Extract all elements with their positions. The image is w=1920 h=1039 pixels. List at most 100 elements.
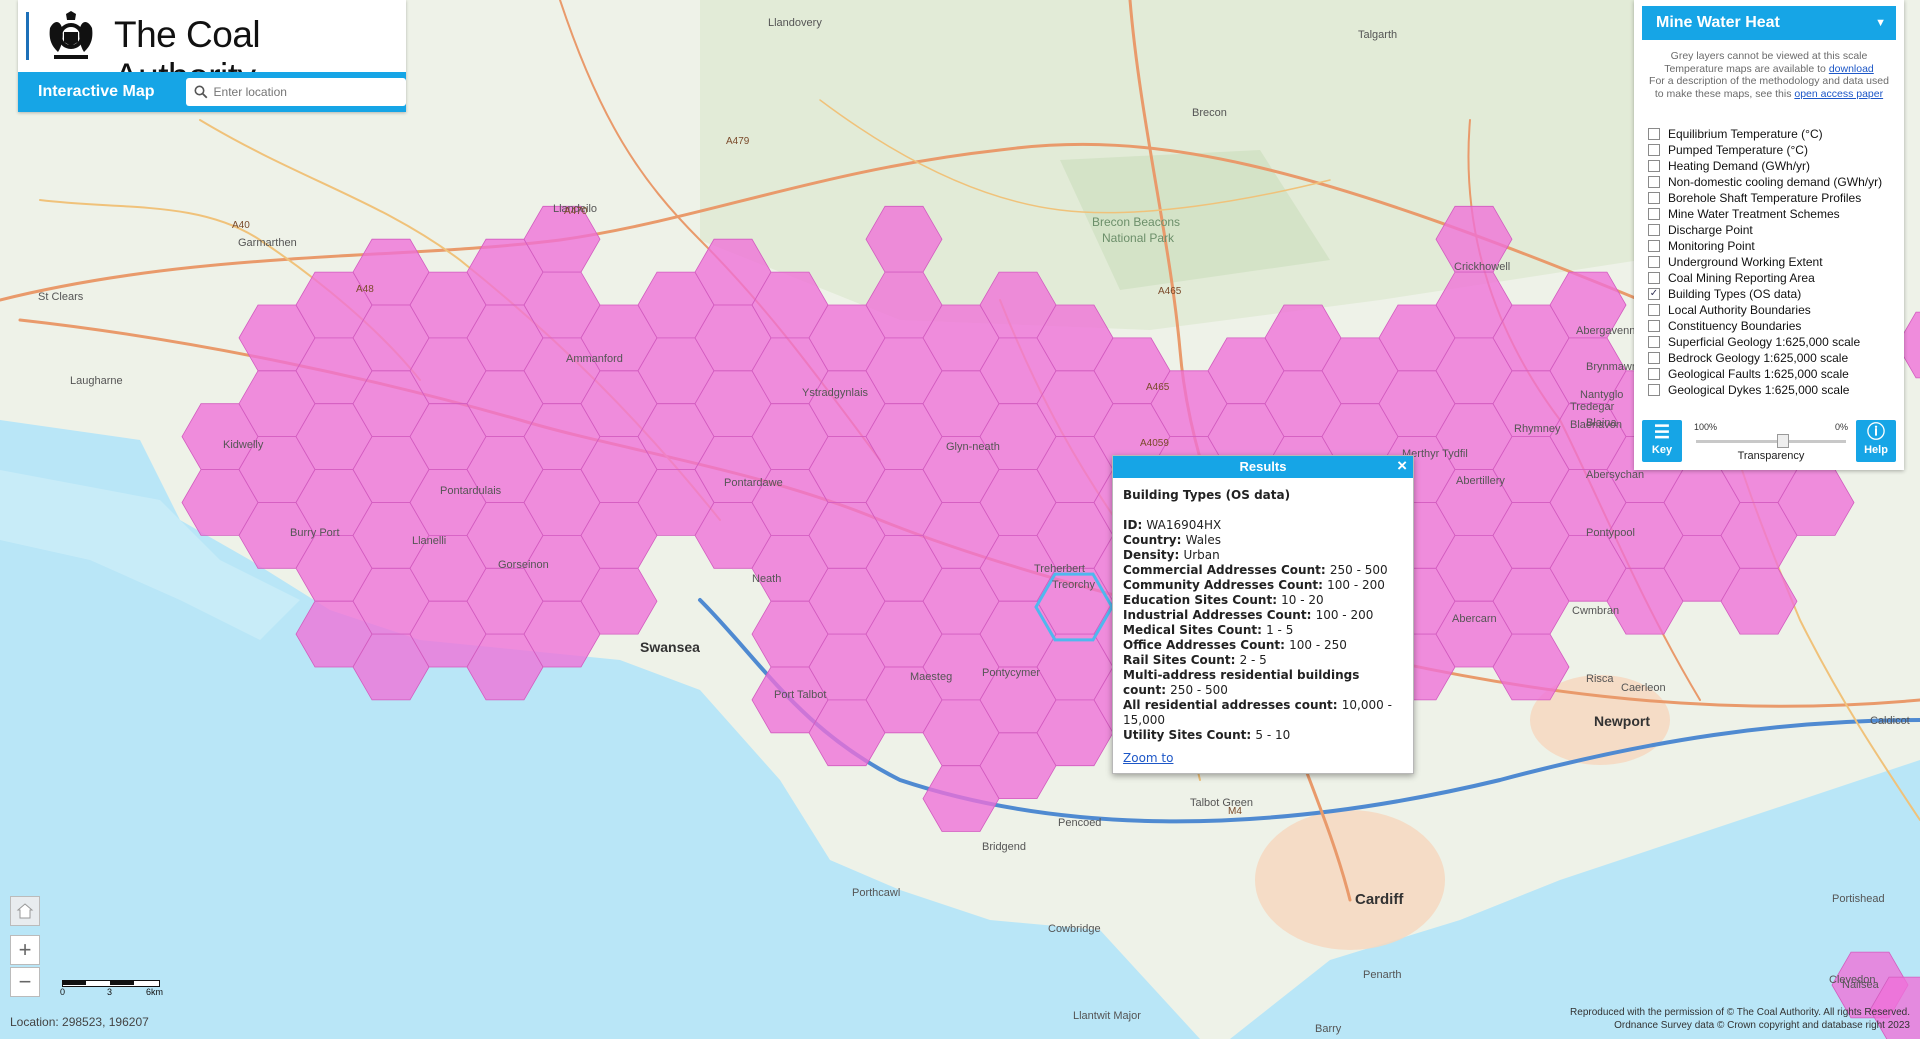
home-button[interactable] (10, 896, 40, 926)
description-note-line1: For a description of the methodology and… (1649, 75, 1889, 87)
layer-checkbox[interactable] (1648, 368, 1660, 380)
layer-checkbox[interactable] (1648, 320, 1660, 332)
layer-item[interactable]: Discharge Point (1648, 222, 1898, 238)
popup-field: Rail Sites Count: 2 - 5 (1123, 653, 1403, 668)
popup-field-sep: : (1272, 593, 1282, 607)
popup-field-sep: : (1318, 578, 1328, 592)
layer-item[interactable]: Equilibrium Temperature (°C) (1648, 126, 1898, 142)
layer-item[interactable]: Geological Dykes 1:625,000 scale (1648, 382, 1898, 398)
popup-title-bar: Results (1239, 459, 1287, 474)
popup-field: Community Addresses Count: 100 - 200 (1123, 578, 1403, 593)
popup-field-key: Education Sites Count (1123, 593, 1273, 607)
popup-field-value: 100 - 200 (1315, 608, 1374, 622)
place-label: Penarth (1363, 969, 1402, 981)
layer-item[interactable]: Superficial Geology 1:625,000 scale (1648, 334, 1898, 350)
transparency-track[interactable] (1696, 440, 1846, 443)
layer-checkbox[interactable] (1648, 240, 1660, 252)
layer-checkbox[interactable] (1648, 192, 1660, 204)
place-label: Talgarth (1358, 29, 1397, 41)
place-label: Risca (1586, 673, 1614, 685)
location-search-box[interactable] (185, 78, 406, 106)
popup-field: Education Sites Count: 10 - 20 (1123, 593, 1403, 608)
layer-checkbox[interactable] (1648, 128, 1660, 140)
close-icon[interactable]: × (1397, 456, 1407, 476)
layer-checkbox[interactable]: ✓ (1648, 288, 1660, 300)
road-label: M4 (1228, 806, 1242, 817)
layer-checkbox[interactable] (1648, 272, 1660, 284)
layer-item[interactable]: Constituency Boundaries (1648, 318, 1898, 334)
popup-field-value: Urban (1183, 548, 1220, 562)
layer-checkbox[interactable] (1648, 144, 1660, 156)
popup-field: Country: Wales (1123, 533, 1403, 548)
scale-label-max: 6km (146, 987, 164, 997)
place-label: Cwmbran (1572, 605, 1619, 617)
popup-field: Office Addresses Count: 100 - 250 (1123, 638, 1403, 653)
grey-layers-note: Grey layers cannot be viewed at this sca… (1670, 50, 1868, 62)
layer-item[interactable]: Pumped Temperature (°C) (1648, 142, 1898, 158)
open-access-paper-link[interactable]: open access paper (1794, 88, 1883, 100)
popup-field-key: Commercial Addresses Count (1123, 563, 1321, 577)
results-popup: Results × Building Types (OS data) ID: W… (1112, 455, 1414, 774)
transparency-thumb[interactable] (1776, 434, 1789, 448)
layer-item[interactable]: Heating Demand (GWh/yr) (1648, 158, 1898, 174)
layer-item[interactable]: Non-domestic cooling demand (GWh/yr) (1648, 174, 1898, 190)
popup-field-sep: : (1257, 623, 1267, 637)
theme-dropdown[interactable]: Mine Water Heat ▼ (1642, 6, 1896, 40)
help-button[interactable]: ⓘ Help (1856, 420, 1896, 462)
popup-field-sep: : (1176, 533, 1186, 547)
info-icon: ⓘ (1867, 422, 1885, 442)
layer-checkbox[interactable] (1648, 160, 1660, 172)
place-label: Glyn-neath (946, 441, 1000, 453)
layer-checkbox[interactable] (1648, 176, 1660, 188)
place-label: Ystradgynlais (802, 387, 869, 399)
popup-field-value: 250 - 500 (1170, 683, 1228, 697)
popup-field-value: Wales (1185, 533, 1222, 547)
layer-item[interactable]: Bedrock Geology 1:625,000 scale (1648, 350, 1898, 366)
layer-item[interactable]: ✓ Building Types (OS data) (1648, 286, 1898, 302)
place-label: Pontardulais (440, 485, 502, 497)
map-canvas[interactable]: LlandoveryTalgarthBreconLlandeiloGarmart… (0, 0, 1920, 1039)
place-label: Portishead (1832, 893, 1885, 905)
layer-checkbox[interactable] (1648, 208, 1660, 220)
layer-item[interactable]: Coal Mining Reporting Area (1648, 270, 1898, 286)
road-label: A465 (1146, 382, 1170, 393)
zoom-in-button[interactable]: + (10, 935, 40, 965)
place-label: Newport (1594, 713, 1650, 729)
layer-checkbox[interactable] (1648, 256, 1660, 268)
layer-item[interactable]: Underground Working Extent (1648, 254, 1898, 270)
layer-item[interactable]: Borehole Shaft Temperature Profiles (1648, 190, 1898, 206)
layer-item[interactable]: Monitoring Point (1648, 238, 1898, 254)
layer-checkbox[interactable] (1648, 384, 1660, 396)
layer-checkbox[interactable] (1648, 224, 1660, 236)
layer-checkbox[interactable] (1648, 336, 1660, 348)
popup-field-value: 2 - 5 (1239, 653, 1267, 667)
caret-down-icon: ▼ (1875, 17, 1886, 29)
layer-item[interactable]: Geological Faults 1:625,000 scale (1648, 366, 1898, 382)
place-label: Ammanford (566, 353, 623, 365)
app-subtitle: Interactive Map (38, 83, 155, 100)
place-label: Caldicot (1870, 715, 1910, 727)
place-label: Maesteg (910, 671, 952, 683)
place-label: Laugharne (70, 375, 123, 387)
place-label: Cardiff (1355, 891, 1404, 908)
layer-checkbox[interactable] (1648, 304, 1660, 316)
zoom-to-link[interactable]: Zoom to (1123, 751, 1403, 766)
popup-field: ID: WA16904HX (1123, 518, 1403, 533)
description-note-line2: to make these maps, see this open access… (1654, 87, 1884, 100)
layer-checkbox[interactable] (1648, 352, 1660, 364)
zoom-out-button[interactable]: − (10, 967, 40, 997)
location-search-input[interactable] (211, 84, 396, 100)
download-link[interactable]: download (1829, 63, 1874, 75)
scale-label-mid: 3 (107, 987, 113, 997)
place-label: Pontycymer (982, 667, 1040, 679)
key-button[interactable]: ☰ Key (1642, 420, 1682, 462)
layer-label: Non-domestic cooling demand (GWh/yr) (1668, 175, 1883, 189)
list-icon: ☰ (1653, 422, 1671, 442)
place-label: Abertillery (1456, 475, 1505, 487)
transparency-slider[interactable]: 100% 0% Transparency (1692, 422, 1850, 462)
search-icon (194, 85, 207, 99)
layer-item[interactable]: Local Authority Boundaries (1648, 302, 1898, 318)
place-label: St Clears (38, 291, 84, 303)
layer-item[interactable]: Mine Water Treatment Schemes (1648, 206, 1898, 222)
royal-crest-icon (49, 11, 93, 59)
